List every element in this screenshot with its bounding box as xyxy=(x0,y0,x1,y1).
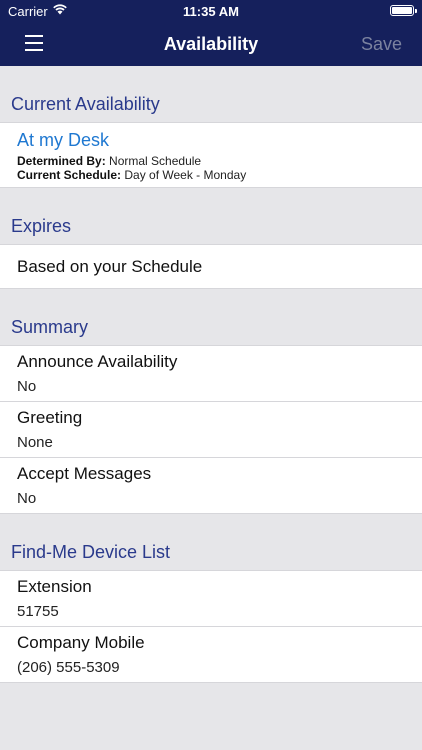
section-header-summary: Summary xyxy=(11,317,89,337)
determined-by-line: Determined By: Normal Schedule xyxy=(17,154,422,168)
summary-item-title: Announce Availability xyxy=(17,352,178,371)
summary-item-value: None xyxy=(17,434,53,451)
determined-by-value: Normal Schedule xyxy=(109,154,202,168)
summary-item-title: Accept Messages xyxy=(17,464,152,483)
device-item-extension[interactable]: Extension 51755 xyxy=(0,571,422,627)
expires-value: Based on your Schedule xyxy=(17,256,203,276)
device-item-title: Extension xyxy=(17,577,92,596)
expires-row[interactable]: Based on your Schedule xyxy=(0,244,422,289)
summary-item-value: No xyxy=(17,490,37,507)
current-availability-card[interactable]: At my Desk Determined By: Normal Schedul… xyxy=(0,122,422,188)
section-header-current-availability: Current Availability xyxy=(11,94,160,114)
section-header-find-me: Find-Me Device List xyxy=(11,542,171,562)
summary-item-announce[interactable]: Announce Availability No xyxy=(0,346,422,402)
summary-item-value: No xyxy=(17,378,37,395)
find-me-list: Extension 51755 Company Mobile (206) 555… xyxy=(0,570,422,683)
status-bar: Carrier 11:35 AM xyxy=(0,0,422,24)
save-button[interactable]: Save xyxy=(361,34,402,55)
summary-item-title: Greeting xyxy=(17,408,83,427)
summary-item-greeting[interactable]: Greeting None xyxy=(0,402,422,458)
current-schedule-label: Current Schedule: xyxy=(17,168,122,182)
availability-content: Current Availability At my Desk Determin… xyxy=(0,66,422,683)
availability-status[interactable]: At my Desk xyxy=(17,130,422,151)
device-item-value: 51755 xyxy=(17,603,59,620)
page-title: Availability xyxy=(163,34,259,54)
device-item-company-mobile[interactable]: Company Mobile (206) 555-5309 xyxy=(0,627,422,683)
battery-icon xyxy=(390,5,417,16)
device-item-title: Company Mobile xyxy=(17,633,145,652)
clock: 11:35 AM xyxy=(183,4,239,19)
summary-list: Announce Availability No Greeting None A… xyxy=(0,345,422,514)
determined-by-label: Determined By: xyxy=(17,154,106,168)
current-schedule-line: Current Schedule: Day of Week - Monday xyxy=(17,168,422,182)
summary-item-accept-messages[interactable]: Accept Messages No xyxy=(0,458,422,514)
current-schedule-value: Day of Week - Monday xyxy=(124,168,247,182)
device-item-value: (206) 555-5309 xyxy=(17,659,120,676)
section-header-expires: Expires xyxy=(11,216,72,236)
navigation-bar: Availability Save xyxy=(0,24,422,66)
top-bar: Carrier 11:35 AM Availability Save xyxy=(0,0,422,66)
